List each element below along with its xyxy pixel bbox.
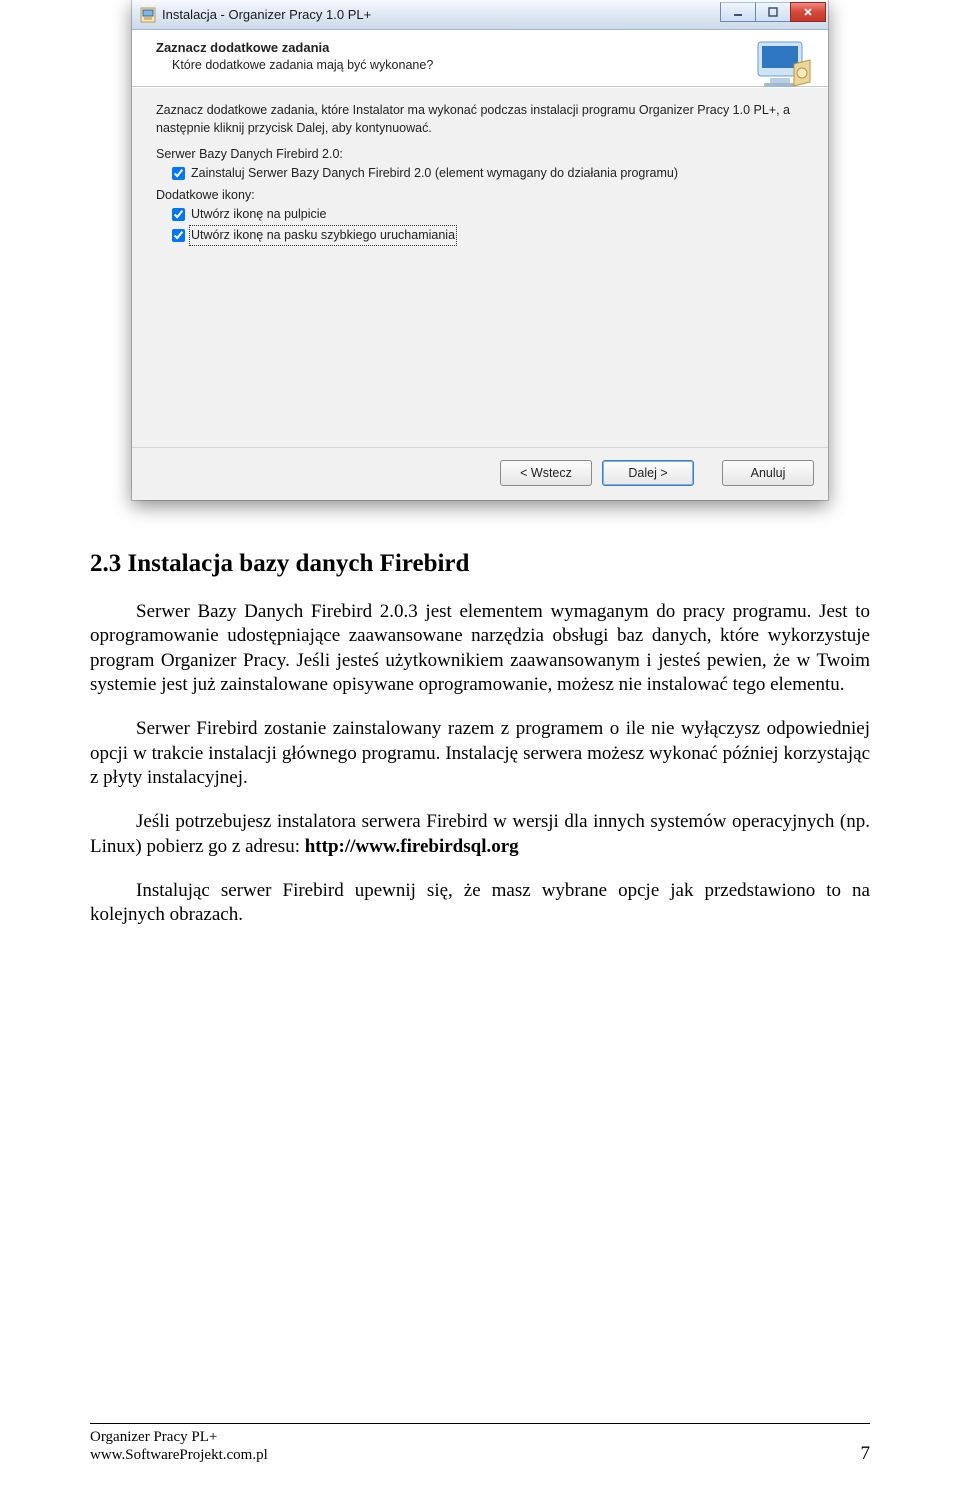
- body-instruction: Zaznacz dodatkowe zadania, które Instala…: [156, 102, 804, 137]
- checkbox-label: Zainstaluj Serwer Bazy Danych Firebird 2…: [191, 165, 678, 182]
- checkbox-quicklaunch-icon[interactable]: Utwórz ikonę na pasku szybkiego uruchami…: [172, 227, 804, 244]
- window-title: Instalacja - Organizer Pracy 1.0 PL+: [162, 7, 371, 22]
- wizard-body: Zaznacz dodatkowe zadania, które Instala…: [132, 87, 828, 447]
- app-icon: [140, 7, 156, 23]
- checkbox-label: Utwórz ikonę na pasku szybkiego uruchami…: [191, 227, 455, 244]
- maximize-button[interactable]: [755, 2, 791, 22]
- header-subtitle: Które dodatkowe zadania mają być wykonan…: [172, 58, 748, 72]
- checkbox-desktop-icon[interactable]: Utwórz ikonę na pulpicie: [172, 206, 804, 223]
- wizard-footer: < Wstecz Dalej > Anuluj: [132, 447, 828, 500]
- page-number: 7: [861, 1443, 871, 1465]
- footer-url: www.SoftwareProjekt.com.pl: [90, 1446, 268, 1465]
- checkbox-input[interactable]: [172, 208, 185, 221]
- cancel-button[interactable]: Anuluj: [722, 460, 814, 486]
- next-button[interactable]: Dalej >: [602, 460, 694, 486]
- paragraph-2: Serwer Firebird zostanie zainstalowany r…: [90, 717, 870, 790]
- section-heading: 2.3 Instalacja bazy danych Firebird: [90, 550, 870, 578]
- paragraph-1: Serwer Bazy Danych Firebird 2.0.3 jest e…: [90, 600, 870, 697]
- installer-window: Instalacja - Organizer Pracy 1.0 PL+ Zaz…: [132, 0, 828, 500]
- group-firebird-label: Serwer Bazy Danych Firebird 2.0:: [156, 147, 804, 161]
- close-button[interactable]: [790, 2, 826, 22]
- paragraph-4: Instalując serwer Firebird upewnij się, …: [90, 879, 870, 928]
- checkbox-label: Utwórz ikonę na pulpicie: [191, 206, 327, 223]
- minimize-button[interactable]: [720, 2, 756, 22]
- checkbox-input[interactable]: [172, 229, 185, 242]
- footer-left: Organizer Pracy PL+ www.SoftwareProjekt.…: [90, 1428, 268, 1466]
- back-button[interactable]: < Wstecz: [500, 460, 592, 486]
- page-footer: Organizer Pracy PL+ www.SoftwareProjekt.…: [90, 1423, 870, 1466]
- firebird-url: http://www.firebirdsql.org: [305, 836, 519, 857]
- checkbox-install-firebird[interactable]: Zainstaluj Serwer Bazy Danych Firebird 2…: [172, 165, 804, 182]
- paragraph-3: Jeśli potrzebujesz instalatora serwera F…: [90, 810, 870, 859]
- checkbox-input[interactable]: [172, 167, 185, 180]
- installer-icon: [754, 38, 814, 94]
- header-title: Zaznacz dodatkowe zadania: [156, 40, 748, 55]
- window-controls: [720, 2, 826, 22]
- titlebar: Instalacja - Organizer Pracy 1.0 PL+: [132, 0, 828, 30]
- group-icons-label: Dodatkowe ikony:: [156, 188, 804, 202]
- wizard-header: Zaznacz dodatkowe zadania Które dodatkow…: [132, 30, 828, 87]
- footer-product: Organizer Pracy PL+: [90, 1428, 268, 1447]
